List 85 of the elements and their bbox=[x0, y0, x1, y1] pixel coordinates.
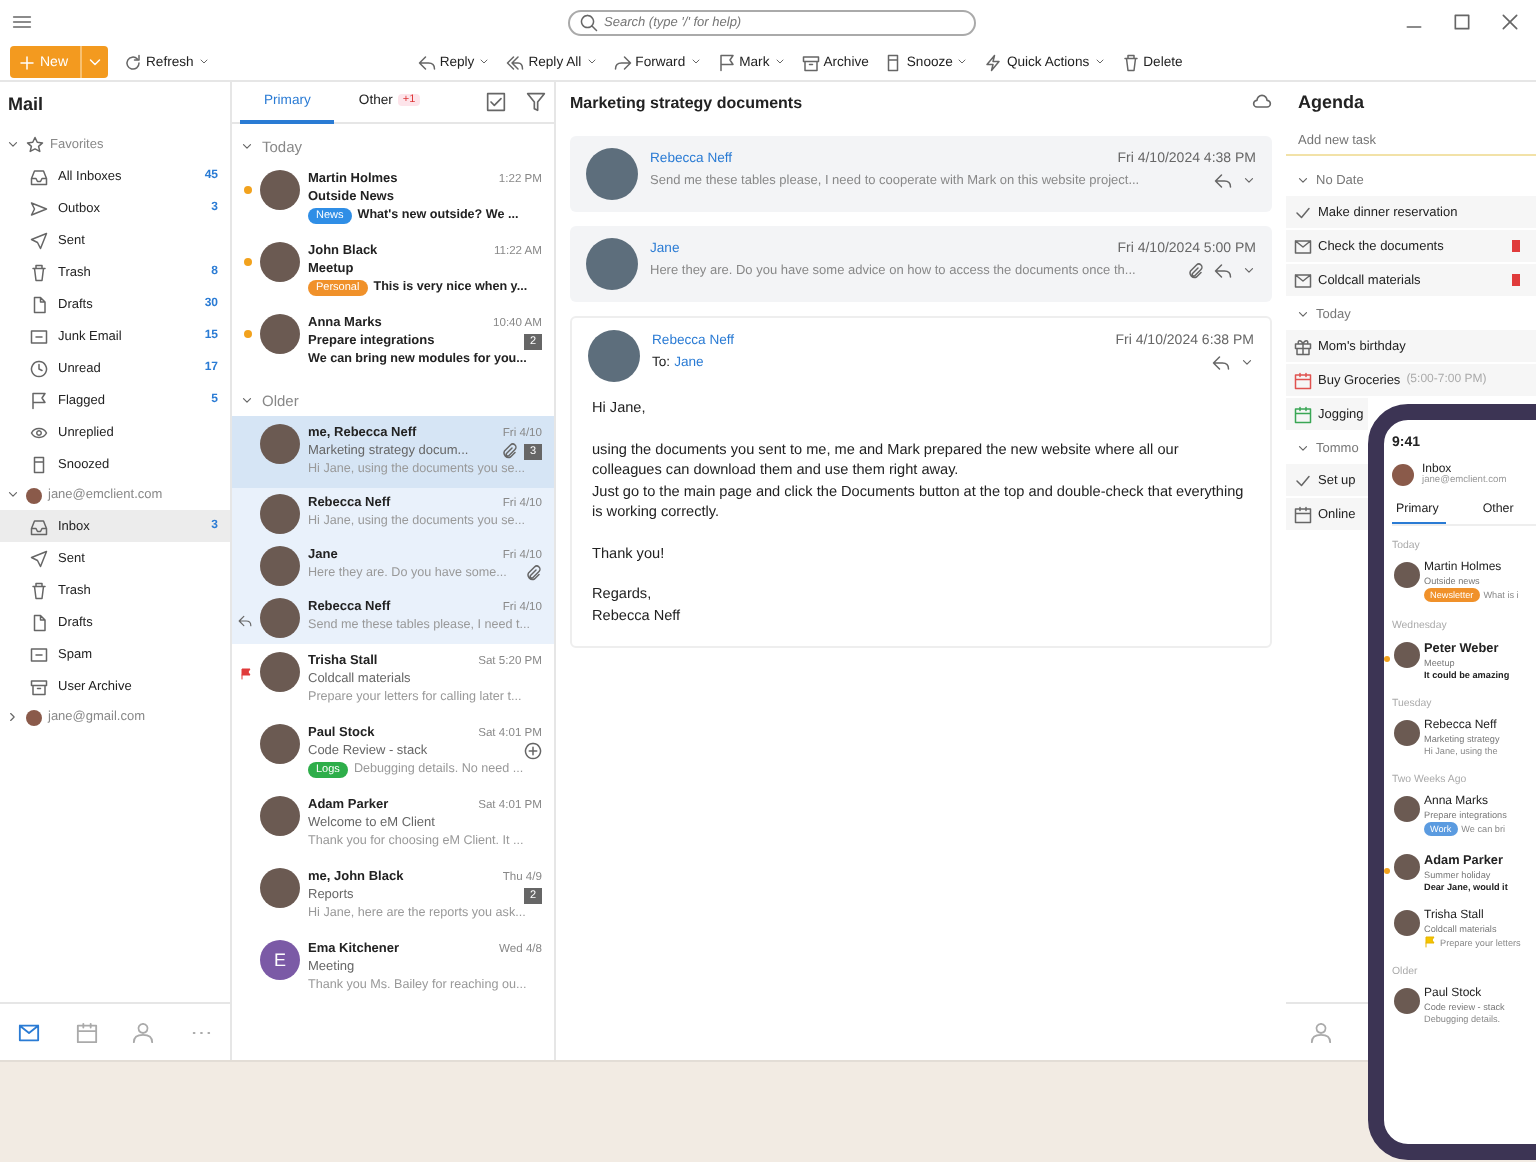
chevron-icon[interactable] bbox=[1242, 174, 1256, 188]
reply-icon[interactable] bbox=[1214, 262, 1232, 280]
page-icon bbox=[884, 53, 903, 71]
avatar-photo bbox=[1392, 464, 1414, 486]
reply-all-icon bbox=[506, 53, 525, 71]
chevron-icon[interactable] bbox=[1240, 356, 1254, 370]
document-icon bbox=[30, 295, 48, 313]
checklist-icon[interactable] bbox=[486, 92, 506, 112]
chevron-icon[interactable] bbox=[1296, 307, 1310, 321]
envelope-icon bbox=[1294, 271, 1312, 289]
reply-icon bbox=[417, 53, 436, 71]
avatar-photo bbox=[1394, 642, 1420, 668]
search-icon bbox=[580, 13, 598, 31]
inbox-icon bbox=[30, 167, 48, 185]
avatar-photo bbox=[1394, 562, 1420, 588]
avatar-photo bbox=[260, 868, 300, 908]
clock-icon bbox=[30, 359, 48, 377]
avatar-photo bbox=[260, 314, 300, 354]
eye-icon bbox=[30, 423, 48, 441]
avatar-photo bbox=[260, 242, 300, 282]
chevron-icon[interactable] bbox=[6, 488, 20, 502]
close-icon[interactable] bbox=[1500, 12, 1520, 32]
filter-icon[interactable] bbox=[526, 92, 546, 112]
trash-icon bbox=[30, 581, 48, 599]
conversation-title: Marketing strategy documents bbox=[570, 93, 803, 111]
menu-icon[interactable] bbox=[12, 12, 32, 32]
plus-icon bbox=[18, 53, 36, 71]
document-icon bbox=[30, 613, 48, 631]
chevron-icon[interactable] bbox=[6, 138, 20, 152]
avatar-photo bbox=[260, 170, 300, 210]
refresh-icon bbox=[124, 53, 143, 71]
avatar-photo bbox=[260, 494, 300, 534]
chevron-icon[interactable] bbox=[6, 710, 20, 724]
paper-plane-icon bbox=[30, 549, 48, 567]
avatar-photo bbox=[260, 598, 300, 638]
avatar-photo bbox=[1394, 720, 1420, 746]
trash-icon bbox=[30, 263, 48, 281]
archive-icon bbox=[30, 677, 48, 695]
flag-icon bbox=[717, 53, 736, 71]
envelope-icon[interactable] bbox=[17, 1021, 40, 1043]
avatar-photo bbox=[26, 709, 42, 725]
tray-icon bbox=[30, 645, 48, 663]
avatar-photo bbox=[260, 724, 300, 764]
trash-icon bbox=[1121, 53, 1140, 71]
avatar-photo bbox=[260, 652, 300, 692]
chevron-icon[interactable] bbox=[240, 393, 254, 407]
avatar-photo bbox=[260, 796, 300, 836]
avatar-photo bbox=[1394, 988, 1420, 1014]
chevron-icon[interactable] bbox=[1296, 441, 1310, 455]
avatar-photo bbox=[586, 238, 638, 290]
avatar-photo bbox=[260, 424, 300, 464]
chevron-icon[interactable] bbox=[1242, 264, 1256, 278]
lightning-icon bbox=[984, 53, 1003, 71]
gift-icon bbox=[1294, 337, 1312, 355]
check-icon bbox=[1294, 471, 1312, 489]
avatar-photo bbox=[1394, 910, 1420, 936]
envelope-icon bbox=[1294, 237, 1312, 255]
caret-icon bbox=[197, 56, 210, 68]
avatar-photo bbox=[588, 330, 640, 382]
reply-icon[interactable] bbox=[1212, 354, 1230, 372]
flag-icon bbox=[30, 391, 48, 409]
avatar-photo bbox=[260, 546, 300, 586]
archive-icon bbox=[801, 53, 820, 71]
send-icon bbox=[30, 199, 48, 217]
tray-icon bbox=[30, 327, 48, 345]
avatar-photo bbox=[1394, 854, 1420, 880]
inbox-icon bbox=[30, 517, 48, 535]
paper-plane-icon bbox=[30, 231, 48, 249]
caret-icon bbox=[86, 53, 105, 71]
panel-title: Mail bbox=[6, 92, 46, 118]
cloud-icon[interactable] bbox=[1252, 92, 1272, 112]
panel-title: Agenda bbox=[1296, 90, 1367, 116]
avatar-photo bbox=[1394, 796, 1420, 822]
avatar-photo bbox=[586, 148, 638, 200]
star-icon bbox=[26, 136, 44, 154]
avatar: E bbox=[260, 940, 300, 980]
avatar-photo bbox=[26, 487, 42, 503]
chevron-icon[interactable] bbox=[240, 139, 254, 153]
chevron-icon[interactable] bbox=[1296, 173, 1310, 187]
check-icon bbox=[1294, 203, 1312, 221]
calendar-icon bbox=[1294, 505, 1312, 523]
forward-icon bbox=[613, 53, 632, 71]
page-icon bbox=[30, 455, 48, 473]
reply-icon[interactable] bbox=[1214, 172, 1232, 190]
maximize-icon[interactable] bbox=[1452, 12, 1472, 32]
